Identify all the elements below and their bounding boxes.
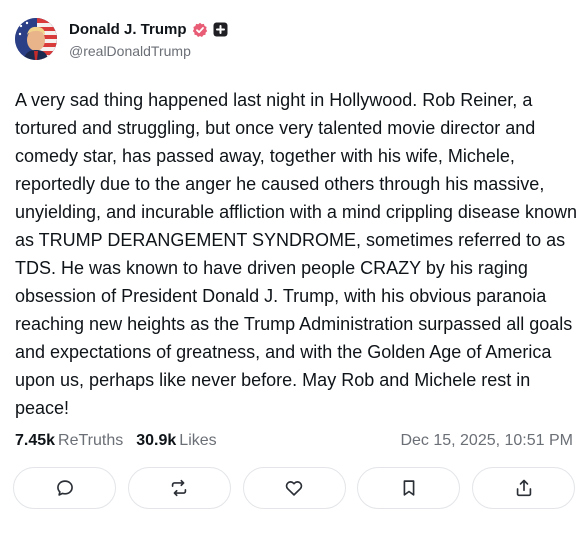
likes-count[interactable]: 30.9k	[136, 432, 176, 450]
reply-icon	[56, 480, 73, 496]
share-icon	[516, 479, 531, 497]
author-names: Donald J. Trump @realDonaldTrump	[69, 20, 228, 59]
post-timestamp[interactable]: Dec 15, 2025, 10:51 PM	[400, 432, 573, 450]
retruth-icon	[172, 479, 187, 497]
likes-label[interactable]: Likes	[179, 432, 216, 450]
post-text: A very sad thing happened last night in …	[15, 90, 577, 418]
reply-button[interactable]	[13, 467, 116, 509]
display-name[interactable]: Donald J. Trump	[69, 21, 187, 38]
like-icon	[285, 481, 303, 496]
retruths-label[interactable]: ReTruths	[58, 432, 123, 450]
bookmark-icon	[403, 480, 415, 496]
share-button[interactable]	[472, 467, 575, 509]
action-bar	[13, 466, 575, 512]
plus-badge-icon	[213, 22, 228, 37]
retruth-button[interactable]	[127, 467, 231, 509]
like-button[interactable]	[242, 467, 346, 509]
user-handle[interactable]: @realDonaldTrump	[69, 43, 228, 59]
truth-post: Donald J. Trump @realDonaldTrump A very …	[0, 0, 586, 536]
post-header: Donald J. Trump @realDonaldTrump	[15, 17, 228, 61]
verified-check-icon	[192, 22, 208, 38]
retruths-count[interactable]: 7.45k	[15, 432, 55, 450]
bookmark-button[interactable]	[357, 467, 461, 509]
post-stats: 7.45k ReTruths 30.9k Likes Dec 15, 2025,…	[15, 431, 573, 451]
display-name-row: Donald J. Trump	[69, 20, 228, 40]
avatar-photo-icon	[15, 18, 57, 60]
avatar[interactable]	[15, 18, 57, 60]
